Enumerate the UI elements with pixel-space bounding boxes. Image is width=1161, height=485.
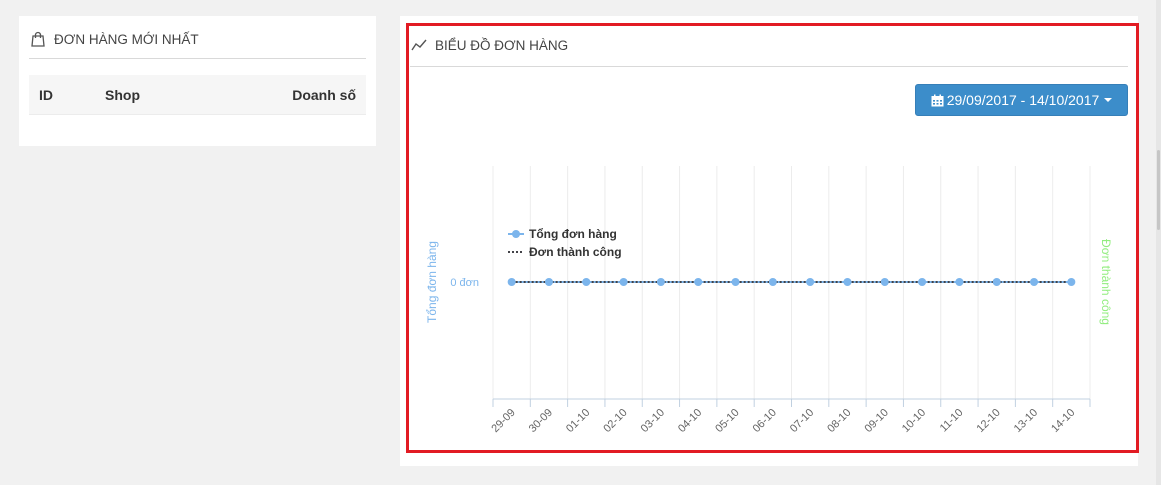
data-point-total bbox=[582, 278, 591, 286]
x-tick-label: 11-10 bbox=[938, 407, 966, 435]
latest-orders-title: ĐƠN HÀNG MỚI NHẤT bbox=[54, 31, 199, 47]
latest-orders-header: ĐƠN HÀNG MỚI NHẤT bbox=[29, 30, 199, 48]
date-range-button[interactable]: 29/09/2017 - 14/10/2017 bbox=[915, 84, 1128, 116]
data-point-total bbox=[656, 278, 665, 286]
caret-down-icon bbox=[1104, 98, 1113, 102]
data-point-total bbox=[1030, 278, 1039, 286]
x-tick-label: 14-10 bbox=[1049, 407, 1077, 435]
latest-orders-panel: ĐƠN HÀNG MỚI NHẤT ID Shop Doanh số bbox=[19, 16, 376, 146]
scrollbar-thumb[interactable] bbox=[1157, 150, 1160, 230]
data-point-total bbox=[992, 278, 1001, 286]
header-divider bbox=[29, 58, 366, 59]
x-tick-label: 05-10 bbox=[713, 407, 741, 435]
x-tick-label: 10-10 bbox=[900, 407, 928, 435]
y-tick-label: 0 đơn bbox=[450, 277, 479, 289]
order-chart-panel: BIỂU ĐỒ ĐƠN HÀNG 29-09 30-09 01-10 02-10 03-… bbox=[400, 16, 1138, 466]
calendar-icon bbox=[931, 94, 944, 107]
scrollbar-track[interactable] bbox=[1156, 0, 1161, 485]
x-tick-label: 04-10 bbox=[676, 407, 704, 435]
x-tick-label: 09-10 bbox=[863, 407, 891, 435]
shopping-bag-icon bbox=[29, 30, 47, 48]
x-tick-label: 07-10 bbox=[788, 407, 816, 435]
x-tick-label: 12-10 bbox=[974, 407, 1002, 435]
data-point-total bbox=[619, 278, 628, 286]
x-tick-label: 03-10 bbox=[639, 407, 667, 435]
x-tick-label: 13-10 bbox=[1012, 407, 1040, 435]
date-range-label: 29/09/2017 - 14/10/2017 bbox=[946, 92, 1100, 108]
y-axis-title-right: Đơn thành công bbox=[1099, 239, 1113, 325]
data-point-total bbox=[768, 278, 777, 286]
orders-table-header: ID Shop Doanh số bbox=[29, 75, 366, 115]
data-point-total bbox=[806, 278, 815, 286]
legend-label-total: Tổng đơn hàng bbox=[529, 227, 617, 241]
x-tick-label: 30-09 bbox=[527, 407, 555, 435]
data-point-total bbox=[918, 278, 927, 286]
data-point-total bbox=[1067, 278, 1076, 286]
data-point-total bbox=[544, 278, 553, 286]
x-tick-label: 29-09 bbox=[489, 407, 517, 435]
data-point-total bbox=[731, 278, 740, 286]
x-tick-label: 08-10 bbox=[825, 407, 853, 435]
column-header-id[interactable]: ID bbox=[39, 87, 53, 103]
data-point-total bbox=[955, 278, 964, 286]
legend-marker-total bbox=[512, 230, 520, 238]
x-tick-label: 02-10 bbox=[601, 407, 629, 435]
data-point-total bbox=[880, 278, 889, 286]
data-point-total bbox=[694, 278, 703, 286]
x-tick-label: 06-10 bbox=[751, 407, 779, 435]
column-header-revenue[interactable]: Doanh số bbox=[292, 87, 356, 103]
column-header-shop[interactable]: Shop bbox=[105, 87, 140, 103]
data-point-total bbox=[843, 278, 852, 286]
data-point-total bbox=[507, 278, 516, 286]
y-axis-title-left: Tổng đơn hàng bbox=[425, 241, 439, 323]
legend-label-success: Đơn thành công bbox=[529, 245, 622, 259]
x-tick-label: 01-10 bbox=[564, 407, 592, 435]
